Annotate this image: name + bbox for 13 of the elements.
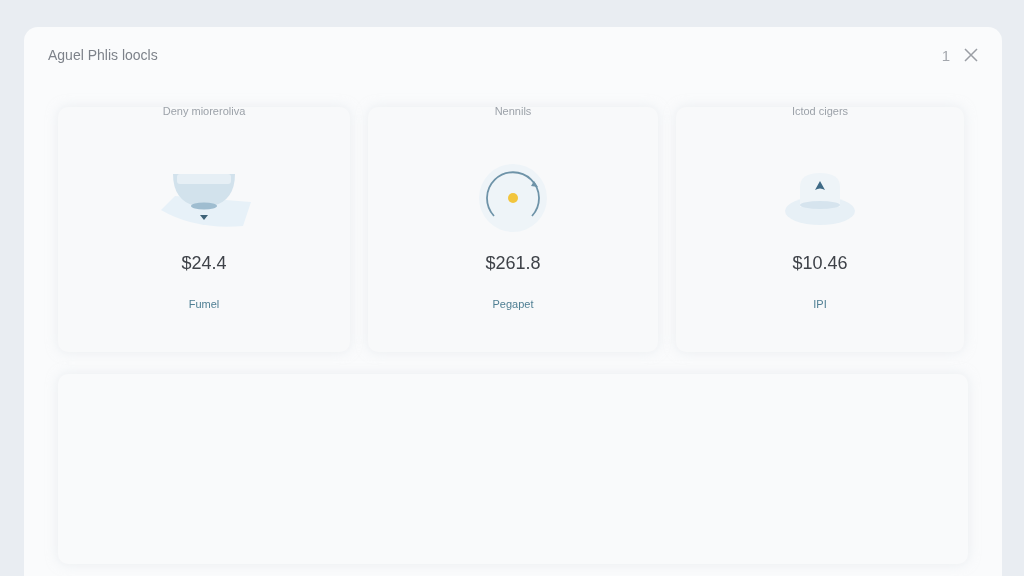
dialog-title: Aguel Phlis loocls (48, 47, 158, 63)
card-label: IPI (813, 298, 827, 310)
card-label: Fumel (188, 298, 220, 310)
price-text: $24.4 (181, 253, 227, 274)
price-text: $10.46 (792, 253, 848, 274)
card-caption: Deny mioreroliva (162, 105, 246, 117)
card-caption: Nennils (494, 105, 532, 117)
dial-icon (478, 163, 548, 233)
close-button[interactable] (964, 48, 978, 62)
card-label: Pegapet (492, 298, 534, 310)
page-counter: 1 (941, 46, 950, 64)
price-text: $261.8 (485, 253, 541, 274)
card-caption: Ictod cigers (791, 105, 849, 117)
